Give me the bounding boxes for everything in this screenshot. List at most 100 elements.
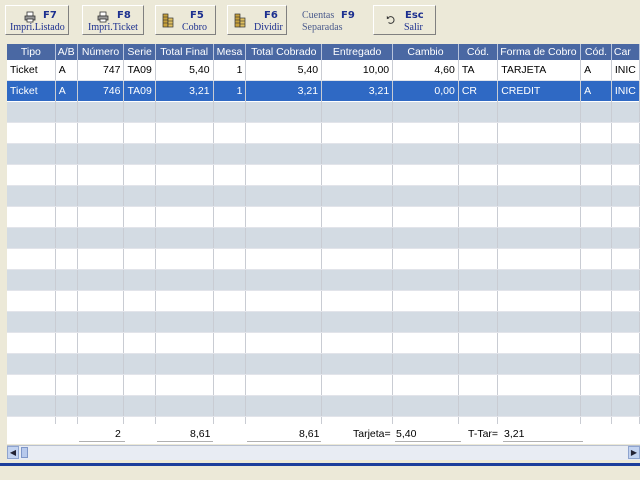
empty-cell bbox=[458, 227, 499, 249]
table-row-empty[interactable] bbox=[7, 311, 640, 333]
empty-cell bbox=[392, 269, 459, 291]
empty-cell bbox=[580, 332, 612, 354]
empty-cell bbox=[77, 143, 125, 165]
table-row-empty[interactable] bbox=[7, 143, 640, 165]
table-row-empty[interactable] bbox=[7, 122, 640, 144]
empty-cell bbox=[155, 164, 214, 186]
table-row[interactable]: Ticket A 747 TA09 5,40 1 5,40 10,00 4,60… bbox=[7, 60, 640, 81]
empty-cell bbox=[77, 101, 125, 123]
table-row-empty[interactable] bbox=[7, 248, 640, 270]
empty-cell bbox=[77, 395, 125, 417]
empty-cell bbox=[458, 101, 499, 123]
col-header-total-final[interactable]: Total Final bbox=[155, 44, 214, 60]
ttar-value: 3,21 bbox=[504, 428, 525, 440]
horizontal-scrollbar[interactable]: ◀ ▶ bbox=[7, 445, 640, 460]
table-row-empty[interactable] bbox=[7, 227, 640, 249]
empty-cell bbox=[392, 311, 459, 333]
empty-cell bbox=[245, 248, 323, 270]
col-header-entregado[interactable]: Entregado bbox=[321, 44, 394, 60]
empty-cell bbox=[245, 101, 323, 123]
table-row-empty[interactable] bbox=[7, 374, 640, 396]
print-ticket-label: Impri.Ticket bbox=[88, 22, 138, 33]
empty-cell bbox=[213, 227, 247, 249]
empty-cell bbox=[213, 248, 247, 270]
empty-cell bbox=[55, 143, 78, 165]
empty-cell bbox=[7, 332, 56, 354]
empty-cell bbox=[580, 374, 612, 396]
print-list-button[interactable]: F7 Impri.Listado bbox=[5, 5, 69, 35]
empty-cell bbox=[123, 206, 156, 228]
empty-cell bbox=[497, 332, 582, 354]
col-header-mesa[interactable]: Mesa bbox=[213, 44, 247, 60]
empty-cell bbox=[123, 185, 156, 207]
empty-cell bbox=[321, 269, 394, 291]
table-row-empty[interactable] bbox=[7, 206, 640, 228]
empty-cell bbox=[580, 101, 612, 123]
print-ticket-button[interactable]: F8 Impri.Ticket bbox=[82, 5, 144, 35]
empty-cell bbox=[458, 332, 499, 354]
empty-cell bbox=[77, 248, 125, 270]
bottom-strip bbox=[0, 466, 640, 480]
cell-serie: TA09 bbox=[123, 60, 156, 81]
col-header-tipo[interactable]: Tipo bbox=[7, 44, 56, 60]
scroll-right-icon[interactable]: ▶ bbox=[628, 446, 640, 459]
cell-cod-2: A bbox=[580, 60, 612, 81]
col-header-forma-cobro[interactable]: Forma de Cobro bbox=[497, 44, 582, 60]
scroll-left-icon[interactable]: ◀ bbox=[7, 446, 19, 459]
total-count: 2 bbox=[115, 428, 121, 440]
empty-cell bbox=[55, 248, 78, 270]
col-header-serie[interactable]: Serie bbox=[123, 44, 156, 60]
tickets-grid[interactable]: Tipo A/B Número Serie Total Final Mesa T… bbox=[7, 44, 640, 444]
empty-cell bbox=[77, 164, 125, 186]
empty-cell bbox=[497, 206, 582, 228]
empty-cell bbox=[611, 269, 640, 291]
empty-cell bbox=[321, 206, 394, 228]
empty-cell bbox=[213, 374, 247, 396]
cell-tipo: Ticket bbox=[7, 80, 56, 102]
empty-cell bbox=[458, 122, 499, 144]
empty-cell bbox=[123, 248, 156, 270]
dividir-label: Dividir bbox=[254, 22, 283, 33]
col-header-car[interactable]: Car bbox=[611, 44, 640, 60]
col-header-ab[interactable]: A/B bbox=[55, 44, 78, 60]
empty-cell bbox=[580, 227, 612, 249]
empty-cell bbox=[497, 164, 582, 186]
cuentas-separadas-button[interactable]: Cuentas F9 Separadas bbox=[298, 5, 360, 35]
cell-mesa: 1 bbox=[213, 60, 247, 81]
col-header-cambio[interactable]: Cambio bbox=[392, 44, 459, 60]
table-row-empty[interactable] bbox=[7, 185, 640, 207]
cobro-button[interactable]: F5 Cobro bbox=[155, 5, 216, 35]
empty-cell bbox=[497, 290, 582, 312]
cell-numero: 747 bbox=[77, 60, 125, 81]
empty-cell bbox=[123, 101, 156, 123]
table-row-selected[interactable]: Ticket A 746 TA09 3,21 1 3,21 3,21 0,00 … bbox=[7, 80, 640, 102]
table-row-empty[interactable] bbox=[7, 353, 640, 375]
table-row-empty[interactable] bbox=[7, 395, 640, 417]
dividir-button[interactable]: F6 Dividir bbox=[227, 5, 287, 35]
empty-cell bbox=[245, 395, 323, 417]
empty-cell bbox=[458, 374, 499, 396]
empty-cell bbox=[497, 227, 582, 249]
cell-total-final: 5,40 bbox=[155, 60, 214, 81]
col-header-cod[interactable]: Cód. bbox=[458, 44, 499, 60]
empty-cell bbox=[245, 374, 323, 396]
col-header-numero[interactable]: Número bbox=[77, 44, 125, 60]
col-header-total-cobrado[interactable]: Total Cobrado bbox=[245, 44, 323, 60]
scroll-thumb[interactable] bbox=[21, 447, 28, 458]
empty-cell bbox=[611, 395, 640, 417]
table-row-empty[interactable] bbox=[7, 101, 640, 123]
cobro-label: Cobro bbox=[182, 22, 207, 33]
table-row-empty[interactable] bbox=[7, 290, 640, 312]
empty-cell bbox=[321, 374, 394, 396]
table-row-empty[interactable] bbox=[7, 332, 640, 354]
empty-cell bbox=[458, 185, 499, 207]
empty-cell bbox=[321, 227, 394, 249]
table-row-empty[interactable] bbox=[7, 269, 640, 291]
empty-cell bbox=[611, 206, 640, 228]
cell-serie: TA09 bbox=[123, 80, 156, 102]
col-header-cod-2[interactable]: Cód. bbox=[580, 44, 612, 60]
table-row-empty[interactable] bbox=[7, 164, 640, 186]
empty-cell bbox=[580, 122, 612, 144]
empty-cell bbox=[245, 143, 323, 165]
salir-button[interactable]: Esc Salir bbox=[373, 5, 436, 35]
